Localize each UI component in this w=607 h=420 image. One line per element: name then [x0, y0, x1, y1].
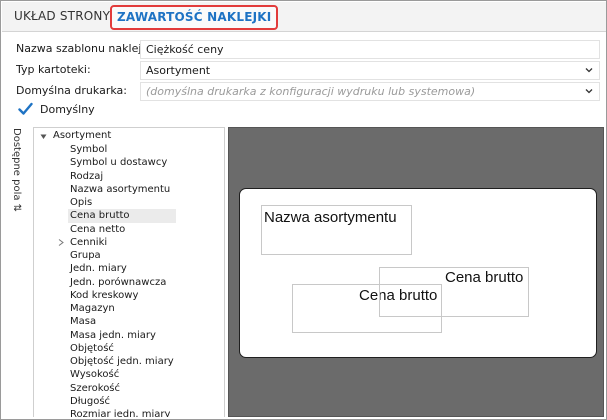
default-printer-placeholder: (domyślna drukarka z konfiguracji wydruk… — [146, 85, 476, 98]
checkmark-icon[interactable] — [18, 102, 33, 116]
template-name-input[interactable]: Ciężkość ceny — [140, 40, 600, 59]
label-field-product-name[interactable]: Nazwa asortymentu — [261, 205, 412, 255]
tree-item[interactable]: Grupa — [68, 249, 176, 262]
template-name-row: Nazwa szablonu naklejek: Ciężkość ceny — [16, 40, 600, 59]
window-frame: UKŁAD STRONY ZAWARTOŚĆ NAKLEJKI Nazwa sz… — [0, 0, 607, 420]
tree-item[interactable]: Szerokość — [68, 382, 176, 395]
tree-item[interactable]: Objętość — [68, 342, 176, 355]
tree-item[interactable]: Rodzaj — [68, 170, 176, 183]
default-checkbox[interactable]: Domyślny — [18, 101, 138, 119]
card-type-value: Asortyment — [146, 64, 211, 77]
tree-item-selected[interactable]: Cena brutto — [68, 209, 176, 223]
tab-label-content[interactable]: ZAWARTOŚĆ NAKLEJKI — [110, 5, 279, 30]
tree-item[interactable]: Rozmiar jedn. miary — [68, 408, 176, 417]
tree-item-label: Cenniki — [70, 236, 108, 248]
tree-item[interactable]: Jedn. miary — [68, 262, 176, 275]
triangle-right-icon[interactable] — [58, 238, 64, 246]
chevron-down-icon[interactable] — [585, 66, 593, 74]
label-field-gross-price-2[interactable]: Cena brutto — [379, 267, 529, 317]
default-printer-label: Domyślna drukarka: — [16, 84, 127, 97]
default-printer-select[interactable]: (domyślna drukarka z konfiguracji wydruk… — [140, 82, 600, 101]
tree-item[interactable]: Objętość jedn. miary — [68, 355, 176, 368]
chevron-down-icon[interactable] — [585, 87, 593, 95]
card-type-label: Typ kartoteki: — [16, 63, 91, 76]
tree-items: Symbol Symbol u dostawcy Rodzaj Nazwa as… — [58, 143, 176, 417]
template-name-value: Ciężkość ceny — [146, 43, 224, 56]
tree-item[interactable]: Długość — [68, 395, 176, 408]
tree-item[interactable]: Masa jedn. miary — [68, 329, 176, 342]
available-fields-label: Dostępne pola ⇅ — [11, 128, 22, 213]
card-type-row: Typ kartoteki: Asortyment — [16, 61, 600, 80]
fields-tree[interactable]: Asortyment Symbol Symbol u dostawcy Rodz… — [33, 127, 225, 417]
tree-item[interactable]: Jedn. porównawcza — [68, 276, 176, 289]
default-printer-row: Domyślna drukarka: (domyślna drukarka z … — [16, 82, 600, 101]
tree-item[interactable]: Kod kreskowy — [68, 289, 176, 302]
tree-item[interactable]: Symbol u dostawcy — [68, 156, 176, 169]
label-design-canvas[interactable]: Nazwa asortymentu Cena brutto Cena brutt… — [228, 127, 604, 417]
card-type-select[interactable]: Asortyment — [140, 61, 600, 80]
template-name-label: Nazwa szablonu naklejek: — [16, 42, 141, 55]
tree-item[interactable]: Wysokość — [68, 368, 176, 381]
tree-item[interactable]: Symbol — [68, 143, 176, 156]
default-checkbox-label: Domyślny — [40, 103, 95, 116]
tree-item[interactable]: Cena netto — [68, 223, 176, 236]
tab-bar: UKŁAD STRONY ZAWARTOŚĆ NAKLEJKI — [2, 2, 606, 32]
tree-item[interactable]: Masa — [68, 315, 176, 328]
tree-item[interactable]: Magazyn — [68, 302, 176, 315]
tab-page-layout[interactable]: UKŁAD STRONY — [6, 5, 118, 30]
triangle-down-icon[interactable] — [40, 133, 47, 140]
label-sticker-preview[interactable]: Nazwa asortymentu Cena brutto Cena brutt… — [239, 188, 597, 358]
tree-item[interactable]: Nazwa asortymentu — [68, 183, 176, 196]
tree-item-expandable[interactable]: Cenniki — [58, 236, 176, 249]
tree-item[interactable]: Opis — [68, 196, 176, 209]
tree-root-label: Asortyment — [53, 130, 112, 141]
available-fields-side-tab[interactable]: Dostępne pola ⇅ — [9, 128, 27, 218]
